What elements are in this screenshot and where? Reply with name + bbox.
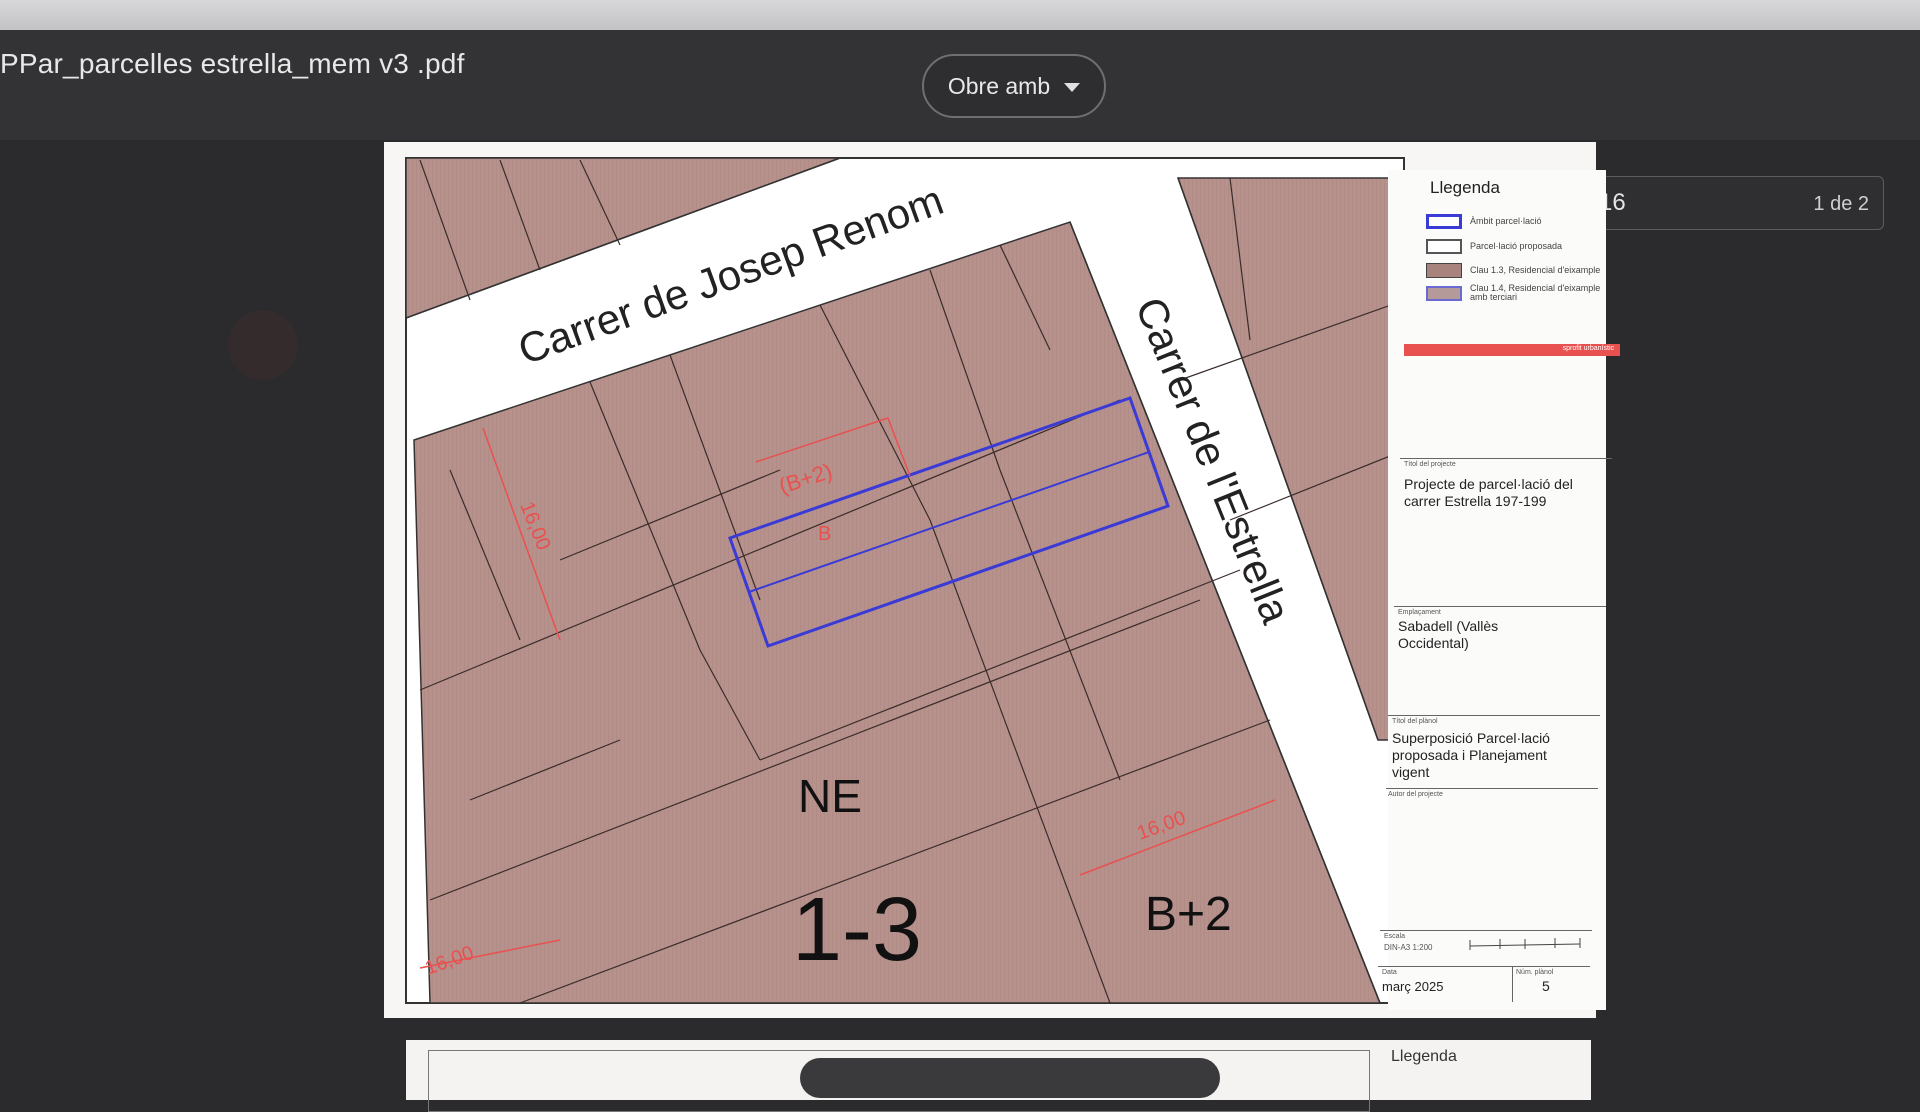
location-label: Emplaçament bbox=[1398, 609, 1441, 616]
project-label: Títol del projecte bbox=[1404, 461, 1456, 468]
zone-label: NE bbox=[798, 770, 862, 822]
legend-red-bar: sprofit urbanístic bbox=[1404, 344, 1620, 356]
legend-item-clau-13: Clau 1.3, Residencial d'eixample bbox=[1426, 261, 1600, 279]
sheet-label: Núm. plànol bbox=[1516, 969, 1554, 976]
legend-item-clau-14: Clau 1.4, Residencial d'eixample amb ter… bbox=[1426, 284, 1610, 302]
legend-title: Llegenda bbox=[1430, 178, 1500, 197]
location: Sabadell (Vallès Occidental) bbox=[1398, 618, 1499, 651]
scale: DIN-A3 1:200 bbox=[1384, 943, 1433, 952]
scale-label: Escala bbox=[1384, 933, 1406, 940]
legend-item-proposed: Parcel·lació proposada bbox=[1426, 237, 1562, 255]
divider bbox=[1378, 966, 1590, 967]
legend-item-ambit: Àmbit parcel·lació bbox=[1426, 212, 1542, 230]
plot-letter: B bbox=[818, 523, 831, 545]
plan-label: Títol del plànol bbox=[1392, 718, 1438, 725]
divider bbox=[1394, 606, 1606, 607]
divider bbox=[1380, 930, 1592, 931]
code-label: 1-3 bbox=[792, 880, 922, 980]
zoom-controls[interactable] bbox=[800, 1058, 1220, 1098]
legend-swatch bbox=[1426, 262, 1462, 278]
divider bbox=[1512, 966, 1513, 1002]
page-2-legend-title: Llegenda bbox=[1391, 1048, 1457, 1065]
author-label: Autor del projecte bbox=[1388, 791, 1443, 798]
height-label: B+2 bbox=[1145, 888, 1232, 941]
divider bbox=[1400, 458, 1612, 459]
date-label: Data bbox=[1382, 969, 1397, 976]
plan-title: Superposició Parcel·lació proposada i Pl… bbox=[1392, 730, 1550, 780]
project-title: Projecte de parcel·lació del carrer Estr… bbox=[1404, 476, 1573, 509]
legend-swatch bbox=[1426, 213, 1462, 229]
site-plan: Carrer de Josep Renom Carrer de l'Estrel… bbox=[405, 157, 1405, 1004]
divider bbox=[1388, 715, 1600, 716]
legend-swatch bbox=[1426, 285, 1462, 301]
date: març 2025 bbox=[1382, 979, 1444, 994]
sheet-number: 5 bbox=[1542, 978, 1550, 994]
legend-swatch bbox=[1426, 238, 1462, 254]
divider bbox=[1386, 788, 1598, 789]
